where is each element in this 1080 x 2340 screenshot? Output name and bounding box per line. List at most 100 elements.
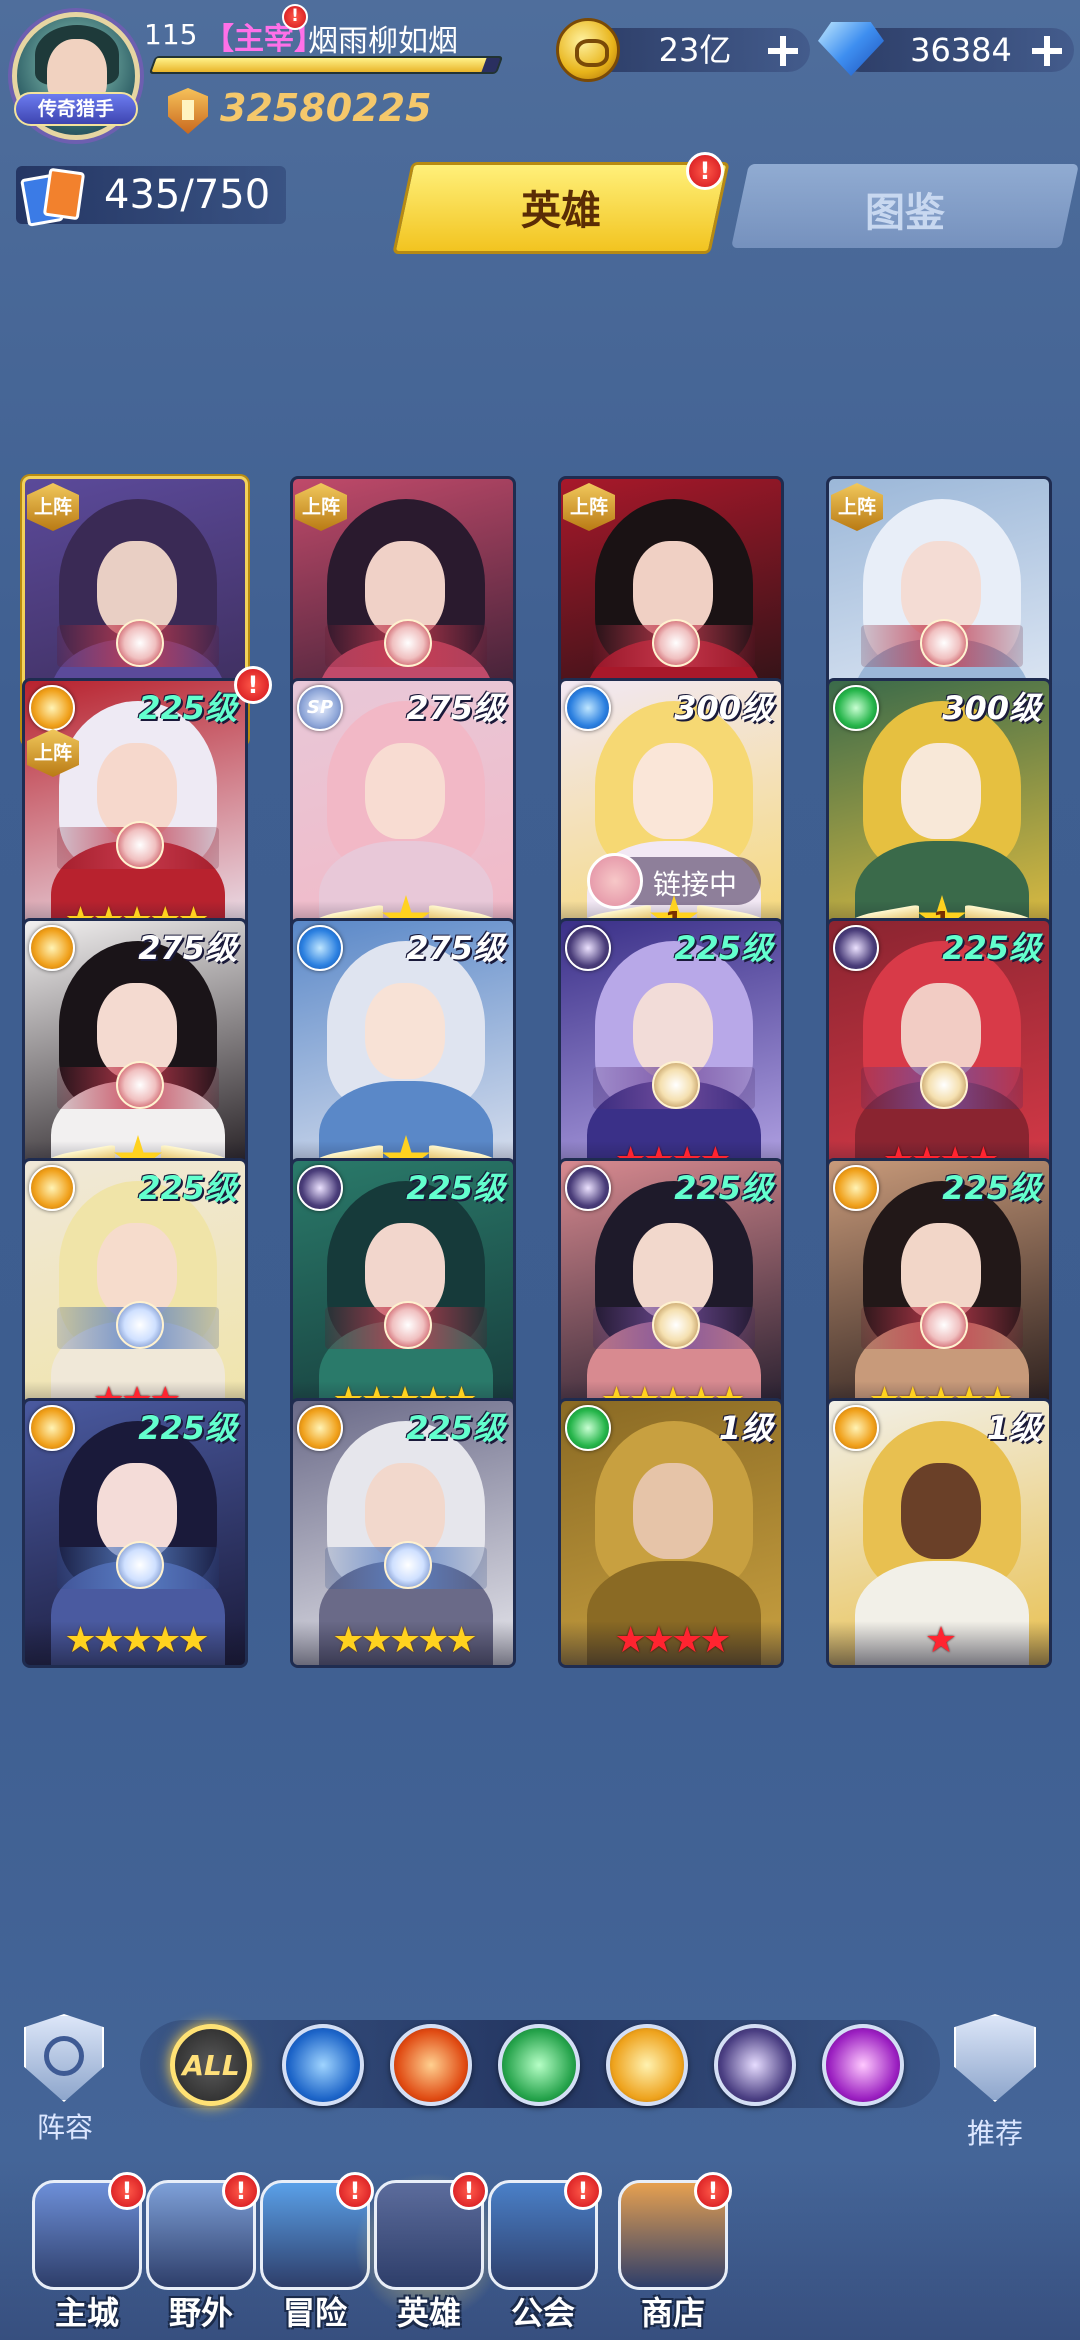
hero-card-alert-badge: !	[234, 666, 272, 704]
combat-power-icon	[168, 88, 208, 134]
hero-class-emblem-icon	[861, 1061, 1023, 1109]
nav-alert-badge: !	[564, 2172, 602, 2210]
hero-portrait-face	[633, 1463, 713, 1559]
star-rating: ★★★★★	[332, 1620, 477, 1661]
on-team-badge: 上阵	[563, 483, 615, 531]
gem-amount: 36384	[910, 31, 1012, 69]
gold-coin-icon	[556, 18, 620, 82]
hero-level: 275级	[406, 929, 505, 967]
light-element-icon	[833, 1405, 879, 1451]
water-element-icon	[565, 685, 611, 731]
hero-class-emblem-icon	[57, 1301, 219, 1349]
add-gold-plus-icon[interactable]	[768, 36, 798, 66]
tab-heroes-label: 英雄	[521, 188, 601, 234]
sp-element-icon: SP	[297, 685, 343, 731]
player-title-badge: 传奇猎手	[14, 92, 138, 126]
star-rating: ★	[924, 1620, 957, 1661]
light-element-filter-icon[interactable]	[606, 2024, 688, 2106]
hero-class-emblem-icon	[325, 619, 487, 667]
tab-heroes-alert-badge: !	[686, 152, 724, 190]
hero-class-emblem-icon	[57, 1061, 219, 1109]
light-element-icon	[297, 1405, 343, 1451]
hero-grid: 上阵★★★★上阵★★★上阵★★★★★上阵★★★★★225级上阵★★★★★!SP2…	[0, 290, 1080, 1980]
hero-class-emblem-icon	[593, 1301, 755, 1349]
hero-level: 275级	[406, 689, 505, 727]
combat-power-value: 32580225	[220, 86, 432, 130]
hero-level: 275级	[138, 929, 237, 967]
fire-element-filter-icon[interactable]	[390, 2024, 472, 2106]
water-element-filter-icon[interactable]	[282, 2024, 364, 2106]
hero-portrait-face	[901, 743, 981, 839]
add-gems-plus-icon[interactable]	[1032, 36, 1062, 66]
light-element-icon	[29, 1405, 75, 1451]
hero-card[interactable]: 225级★★★★★	[290, 1158, 516, 1428]
lineup-eye-icon	[44, 2036, 84, 2076]
hero-card[interactable]: 225级★★★★★	[558, 1158, 784, 1428]
hero-level: 1级	[986, 1409, 1041, 1447]
on-team-badge: 上阵	[831, 483, 883, 531]
nav-label: 公会	[510, 2294, 575, 2332]
hero-card[interactable]: 1级 ★★★★	[558, 1398, 784, 1668]
hero-card[interactable]: 225级★★★★★	[826, 1158, 1052, 1428]
dark-element-icon	[565, 1165, 611, 1211]
hero-cards-icon	[20, 167, 88, 227]
lineup-button[interactable]	[24, 2014, 104, 2102]
dark-element-icon	[565, 925, 611, 971]
player-level: 115	[144, 18, 198, 51]
hero-card[interactable]: 300级链接中1	[558, 678, 784, 948]
hero-level: 300级	[674, 689, 773, 727]
nav-item-5[interactable]: 商店!	[598, 2172, 748, 2338]
hero-level: 300级	[942, 689, 1041, 727]
hero-card[interactable]: 300级1	[826, 678, 1052, 948]
hero-class-emblem-icon	[57, 1541, 219, 1589]
wind-element-filter-icon[interactable]	[498, 2024, 580, 2106]
hero-level: 225级	[406, 1409, 505, 1447]
element-icon-label: SP	[306, 697, 334, 718]
all-filter-label: ALL	[182, 2049, 240, 2082]
hero-level: 1级	[718, 1409, 773, 1447]
gold-amount: 23亿	[658, 31, 732, 69]
hero-card[interactable]: 225级★★★★	[558, 918, 784, 1188]
link-status: 链接中	[587, 853, 761, 909]
hero-card[interactable]: 275级	[290, 918, 516, 1188]
nav-alert-badge: !	[694, 2172, 732, 2210]
nav-label: 商店	[640, 2294, 705, 2332]
role-alert-badge: !	[282, 4, 308, 30]
hero-card[interactable]: 275级	[22, 918, 248, 1188]
hero-class-emblem-icon	[325, 1301, 487, 1349]
hero-class-emblem-icon	[57, 619, 219, 667]
on-team-badge: 上阵	[27, 483, 79, 531]
hero-class-emblem-icon	[57, 821, 219, 869]
player-name: 烟雨柳如烟	[308, 24, 458, 59]
light-element-icon	[833, 1165, 879, 1211]
dark-element-icon	[297, 1165, 343, 1211]
hero-card[interactable]: 225级上阵★★★★★	[22, 678, 248, 948]
experience-bar-fill	[151, 58, 487, 72]
hero-card[interactable]: 1级 ★	[826, 1398, 1052, 1668]
hero-level: 225级	[138, 1169, 237, 1207]
wind-element-icon	[833, 685, 879, 731]
hero-level: 225级	[674, 1169, 773, 1207]
hero-card[interactable]: 225级★★★	[22, 1158, 248, 1428]
hero-portrait-face	[901, 1463, 981, 1559]
hero-class-emblem-icon	[325, 1541, 487, 1589]
hero-card[interactable]: 225级 ★★★★★	[290, 1398, 516, 1668]
all-element-filter[interactable]: ALL	[170, 2024, 252, 2106]
nav-item-4[interactable]: 公会!	[468, 2172, 618, 2338]
hero-level: 225级	[942, 1169, 1041, 1207]
recommend-button[interactable]	[954, 2014, 1036, 2102]
link-status-label: 链接中	[653, 868, 738, 901]
hero-card[interactable]: 225级★★★★★	[22, 1398, 248, 1668]
hero-card[interactable]: SP 275级	[290, 678, 516, 948]
recommend-label: 推荐	[966, 2117, 1023, 2150]
hero-level: 225级	[406, 1169, 505, 1207]
hero-count: 435/750	[104, 172, 271, 218]
void-element-filter-icon[interactable]	[822, 2024, 904, 2106]
hero-card[interactable]: 225级★★★★	[826, 918, 1052, 1188]
hero-class-emblem-icon	[861, 1301, 1023, 1349]
tab-codex-label: 图鉴	[865, 190, 945, 236]
light-element-icon	[29, 1165, 75, 1211]
dark-element-filter-icon[interactable]	[714, 2024, 796, 2106]
hero-portrait-face	[365, 743, 445, 839]
hero-portrait-face	[633, 743, 713, 839]
